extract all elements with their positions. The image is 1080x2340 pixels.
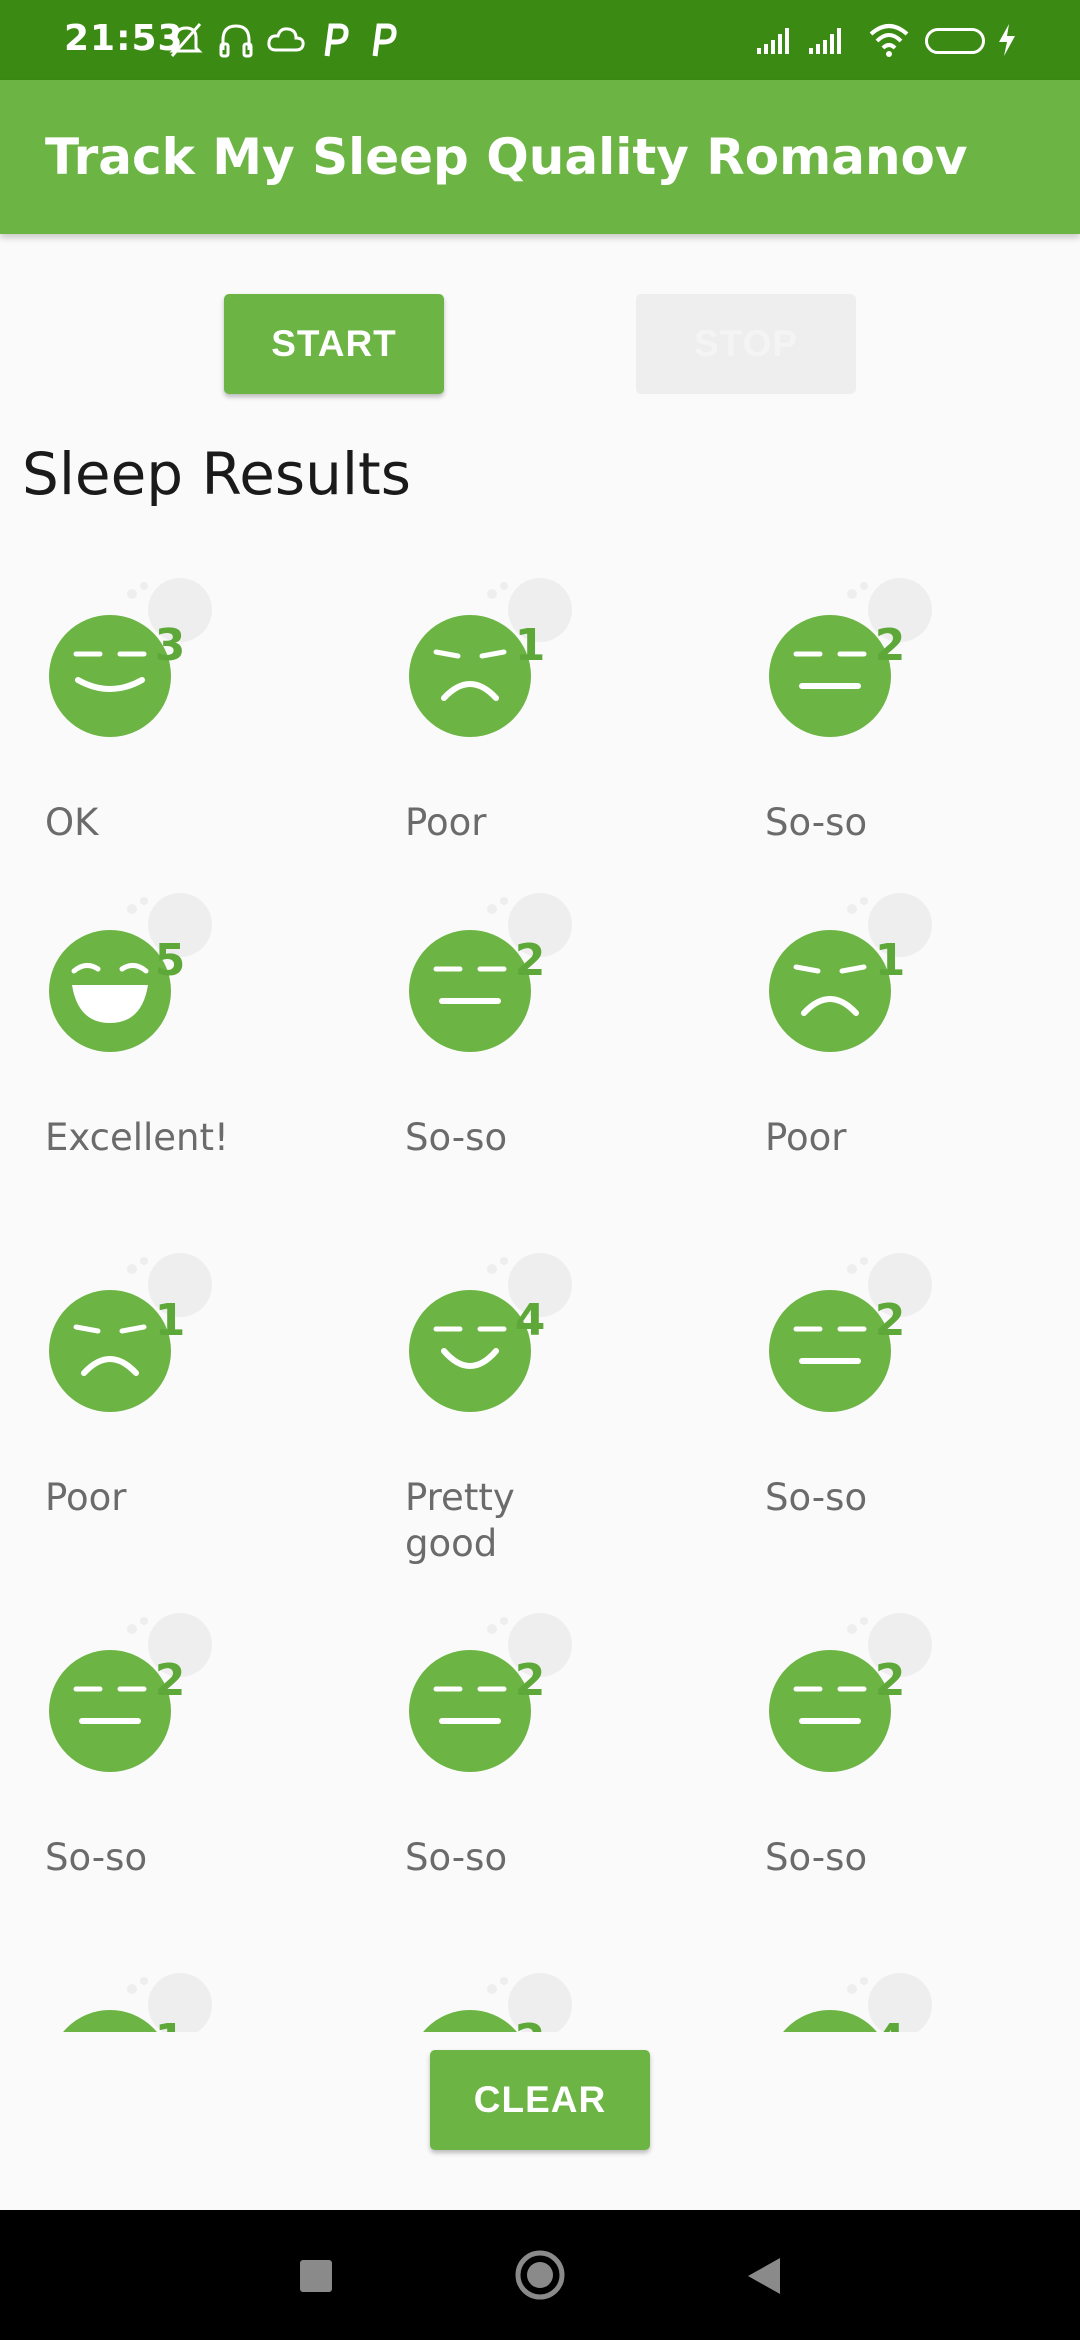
quality-label: Poor bbox=[405, 801, 487, 844]
quality-rating-number: 4 bbox=[870, 2015, 910, 2032]
sleep-night-item[interactable]: 3 OK bbox=[0, 560, 300, 844]
quality-rating-number: 1 bbox=[150, 2015, 190, 2032]
quality-label: So-so bbox=[765, 801, 868, 844]
quality-label: Poor bbox=[45, 1476, 127, 1519]
stop-button[interactable]: STOP bbox=[636, 294, 856, 394]
sleep-night-item[interactable]: 1 bbox=[0, 1955, 300, 2032]
quality-label: OK bbox=[45, 801, 99, 844]
status-system-icons: 99 bbox=[755, 20, 1075, 60]
section-title: Sleep Results bbox=[22, 440, 411, 508]
navigation-bar bbox=[0, 2210, 1080, 2340]
sleep-night-item[interactable]: 2 bbox=[360, 1955, 660, 2032]
home-circle-icon[interactable] bbox=[500, 2240, 580, 2310]
back-triangle-icon[interactable] bbox=[730, 2246, 800, 2306]
quality-label: So-so bbox=[405, 1836, 508, 1879]
headphones-icon bbox=[219, 24, 253, 58]
quality-rating-number: 2 bbox=[510, 2015, 550, 2032]
sleep-night-item[interactable]: 5 Excellent! bbox=[0, 875, 300, 1159]
quality-rating-number: 1 bbox=[874, 935, 906, 986]
sleep-night-item[interactable]: 4 bbox=[720, 1955, 1020, 2032]
parking-icon bbox=[324, 23, 349, 57]
clear-button[interactable]: CLEAR bbox=[430, 2050, 650, 2150]
quality-rating-number: 2 bbox=[514, 935, 546, 986]
quality-label: Pretty good bbox=[405, 1476, 515, 1565]
quality-label: Excellent! bbox=[45, 1116, 229, 1159]
battery-level: 99 bbox=[943, 30, 967, 52]
quality-rating-number: 3 bbox=[154, 620, 186, 671]
status-time: 21:53 bbox=[64, 18, 184, 59]
charging-icon bbox=[999, 24, 1015, 56]
sleep-night-item[interactable]: 2 So-so bbox=[360, 875, 660, 1159]
quality-rating-number: 2 bbox=[874, 1655, 906, 1706]
quality-rating-number: 1 bbox=[154, 1295, 186, 1346]
quality-label: So-so bbox=[405, 1116, 508, 1159]
sleep-night-item[interactable]: 2 So-so bbox=[720, 1235, 1020, 1519]
quality-rating-number: 2 bbox=[154, 1655, 186, 1706]
quality-label: So-so bbox=[45, 1836, 148, 1879]
sleep-night-item[interactable]: 1 Poor bbox=[0, 1235, 300, 1519]
status-bar: 21:53 99 bbox=[0, 0, 1080, 80]
wifi-icon bbox=[869, 24, 909, 57]
mute-bell-icon bbox=[169, 23, 203, 57]
signal-icon bbox=[809, 28, 841, 54]
parking-icon bbox=[372, 23, 397, 57]
quality-rating-number: 1 bbox=[514, 620, 546, 671]
app-title: Track My Sleep Quality Romanov bbox=[45, 128, 968, 186]
sleep-night-item[interactable]: 2 So-so bbox=[720, 1595, 1020, 1879]
app-bar: Track My Sleep Quality Romanov bbox=[0, 80, 1080, 234]
cloud-icon bbox=[267, 27, 305, 52]
quality-rating-number: 2 bbox=[874, 620, 906, 671]
recents-square-icon[interactable] bbox=[280, 2246, 350, 2306]
quality-label: Poor bbox=[765, 1116, 847, 1159]
quality-rating-number: 5 bbox=[154, 935, 186, 986]
sleep-results-grid[interactable]: 3 OK 1 Poor 2 So-so 5 Excellent! 2 So-so 1 Poor 1 Poo… bbox=[0, 560, 1080, 2032]
sleep-night-item[interactable]: 2 So-so bbox=[720, 560, 1020, 844]
sleep-night-item[interactable]: 2 So-so bbox=[360, 1595, 660, 1879]
quality-rating-number: 4 bbox=[514, 1295, 546, 1346]
quality-rating-number: 2 bbox=[514, 1655, 546, 1706]
sleep-night-item[interactable]: 4 Pretty good bbox=[360, 1235, 660, 1565]
quality-label: So-so bbox=[765, 1476, 868, 1519]
start-button[interactable]: START bbox=[224, 294, 444, 394]
quality-label: So-so bbox=[765, 1836, 868, 1879]
sleep-night-item[interactable]: 1 Poor bbox=[360, 560, 660, 844]
battery-icon: 99 bbox=[925, 28, 985, 54]
sleep-night-item[interactable]: 2 So-so bbox=[0, 1595, 300, 1879]
signal-icon bbox=[757, 28, 789, 54]
sleep-night-item[interactable]: 1 Poor bbox=[720, 875, 1020, 1159]
quality-rating-number: 2 bbox=[874, 1295, 906, 1346]
